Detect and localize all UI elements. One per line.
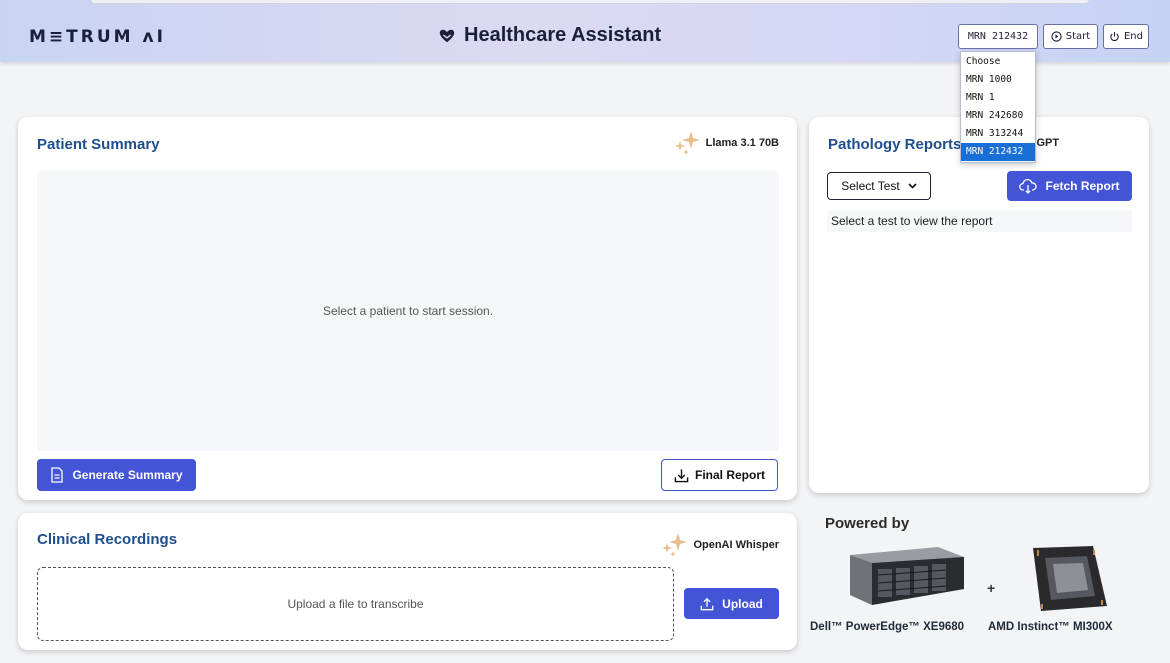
pathology-title: Pathology Reports [828,136,962,153]
sparkle-icon [662,533,688,557]
metrum-ai-logo: M≡TRUM ʌI [29,27,166,47]
model-name: Llama 3.1 70B [705,137,779,149]
document-icon [51,467,64,483]
dell-server-image [850,547,964,605]
test-select[interactable]: Select Test [827,172,931,200]
end-button[interactable]: End [1103,24,1149,49]
summary-content-area: Select a patient to start session. [37,170,779,451]
final-report-button[interactable]: Final Report [661,459,778,491]
end-button-label: End [1123,31,1143,42]
upload-button[interactable]: Upload [684,588,779,619]
start-button-label: Start [1065,31,1091,42]
clinical-recordings-card: Clinical Recordings OpenAI Whisper Uploa… [18,513,797,650]
mrn-select-value: MRN 212432 [967,31,1029,42]
generate-summary-button[interactable]: Generate Summary [37,459,196,491]
mrn-option[interactable]: Choose [961,53,1035,71]
start-button[interactable]: Start [1043,24,1098,49]
file-drop-zone[interactable]: Upload a file to transcribe [37,567,674,641]
upload-zone-text: Upload a file to transcribe [287,597,424,611]
patient-summary-title: Patient Summary [37,136,160,153]
generate-summary-label: Generate Summary [72,468,183,482]
fetch-report-button[interactable]: Fetch Report [1007,171,1132,201]
mrn-option[interactable]: MRN 1 [961,89,1035,107]
upload-icon [700,597,714,610]
mrn-option[interactable]: MRN 313244 [961,125,1035,143]
gpu-caption: AMD Instinct™ MI300X [988,621,1113,633]
model-name: OpenAI Whisper [693,539,779,551]
patient-summary-card: Patient Summary Llama 3.1 70B Select a p… [18,117,797,500]
play-circle-icon [1051,31,1062,42]
report-message: Select a test to view the report [827,210,1132,232]
cloud-download-icon [1019,178,1038,194]
test-select-value: Select Test [841,179,900,193]
mrn-select[interactable]: MRN 212432 [958,24,1038,49]
app-title-text: Healthcare Assistant [464,24,662,46]
model-tag: OpenAI Whisper [659,530,779,560]
upload-label: Upload [722,596,763,611]
plus-sign: + [987,580,996,596]
mrn-option[interactable]: MRN 242680 [961,107,1035,125]
fetch-report-label: Fetch Report [1045,179,1120,193]
final-report-label: Final Report [694,468,765,482]
app-title: Healthcare Assistant [438,24,661,47]
pathology-reports-card: Pathology Reports HistoGPT Select Test F… [809,117,1149,493]
server-caption: Dell™ PowerEdge™ XE9680 [810,621,965,633]
mrn-option-selected[interactable]: MRN 212432 [961,143,1035,161]
chevron-down-icon [908,183,917,189]
model-tag: Llama 3.1 70B [672,128,779,158]
mrn-option[interactable]: MRN 1000 [961,71,1035,89]
sparkle-icon [674,131,700,155]
recordings-title: Clinical Recordings [37,531,178,548]
power-icon [1110,31,1119,42]
heart-hands-icon [439,29,455,42]
mrn-dropdown-list: Choose MRN 1000 MRN 1 MRN 242680 MRN 313… [960,51,1036,163]
download-icon [674,468,689,482]
powered-by-heading: Powered by [825,515,910,532]
browser-bar-edge [90,0,1090,4]
summary-placeholder: Select a patient to start session. [322,303,494,318]
amd-gpu-image [1033,546,1107,611]
